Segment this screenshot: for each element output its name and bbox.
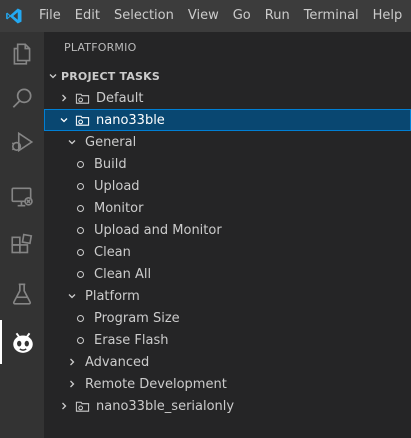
task-upload[interactable]: Upload bbox=[44, 175, 411, 197]
chevron-right-icon bbox=[56, 90, 72, 106]
circle-outline-icon bbox=[76, 204, 84, 212]
platformio-button[interactable] bbox=[0, 320, 44, 364]
platformio-sidebar: PLATFORMIO PROJECT TASKS Default nano33b… bbox=[44, 32, 411, 438]
menu-go[interactable]: Go bbox=[233, 0, 258, 32]
circle-outline-icon bbox=[76, 336, 84, 344]
remote-explorer-icon bbox=[11, 187, 33, 207]
task-monitor[interactable]: Monitor bbox=[44, 197, 411, 219]
remote-explorer-button[interactable] bbox=[0, 175, 44, 219]
vscode-logo-icon bbox=[6, 8, 22, 24]
search-button[interactable] bbox=[0, 76, 44, 120]
task-label: Clean bbox=[94, 244, 131, 260]
circle-outline-icon bbox=[76, 314, 84, 322]
section-title: PROJECT TASKS bbox=[61, 69, 161, 83]
tree-item-general[interactable]: General bbox=[44, 131, 411, 153]
menu-bar: File Edit Selection View Go Run Terminal… bbox=[39, 0, 411, 32]
search-icon bbox=[12, 88, 32, 108]
tree-item-platform[interactable]: Platform bbox=[44, 285, 411, 307]
platformio-icon bbox=[13, 332, 33, 353]
tree-item-label: General bbox=[85, 134, 137, 150]
tree-item-advanced[interactable]: Advanced bbox=[44, 351, 411, 373]
menu-terminal[interactable]: Terminal bbox=[304, 0, 366, 32]
sidebar-title: PLATFORMIO bbox=[64, 41, 137, 54]
activity-bar bbox=[0, 32, 44, 438]
explorer-button[interactable] bbox=[0, 32, 44, 76]
tree-item-nano33ble[interactable]: nano33ble bbox=[44, 109, 411, 131]
circle-outline-icon bbox=[76, 270, 84, 278]
tree-item-label: Default bbox=[96, 90, 144, 106]
task-label: Monitor bbox=[94, 200, 144, 216]
testing-icon bbox=[12, 283, 32, 305]
circle-outline-icon bbox=[76, 182, 84, 190]
tree-item-nano33ble-serialonly[interactable]: nano33ble_serialonly bbox=[44, 395, 411, 417]
chevron-right-icon bbox=[56, 398, 72, 414]
circle-outline-icon bbox=[76, 226, 84, 234]
folder-gear-icon bbox=[74, 112, 90, 128]
task-label: Program Size bbox=[94, 310, 180, 326]
menu-edit[interactable]: Edit bbox=[75, 0, 107, 32]
chevron-down-icon bbox=[64, 288, 80, 304]
task-label: Build bbox=[94, 156, 127, 172]
chevron-down-icon bbox=[64, 134, 80, 150]
chevron-down-icon bbox=[45, 68, 61, 84]
testing-button[interactable] bbox=[0, 272, 44, 316]
tree-item-label: Advanced bbox=[85, 354, 150, 370]
task-label: Erase Flash bbox=[94, 332, 169, 348]
task-clean-all[interactable]: Clean All bbox=[44, 263, 411, 285]
menu-selection[interactable]: Selection bbox=[114, 0, 181, 32]
chevron-right-icon bbox=[64, 354, 80, 370]
menu-view[interactable]: View bbox=[188, 0, 226, 32]
tree-item-remote-development[interactable]: Remote Development bbox=[44, 373, 411, 395]
menu-file[interactable]: File bbox=[39, 0, 68, 32]
task-erase-flash[interactable]: Erase Flash bbox=[44, 329, 411, 351]
menu-run[interactable]: Run bbox=[265, 0, 297, 32]
task-build[interactable]: Build bbox=[44, 153, 411, 175]
project-tasks-section-header[interactable]: PROJECT TASKS bbox=[44, 65, 411, 87]
task-label: Upload and Monitor bbox=[94, 222, 222, 238]
task-upload-and-monitor[interactable]: Upload and Monitor bbox=[44, 219, 411, 241]
circle-outline-icon bbox=[76, 248, 84, 256]
tree-item-default[interactable]: Default bbox=[44, 87, 411, 109]
title-bar: File Edit Selection View Go Run Terminal… bbox=[0, 0, 411, 32]
extensions-button[interactable] bbox=[0, 224, 44, 268]
task-clean[interactable]: Clean bbox=[44, 241, 411, 263]
tree-item-label: nano33ble bbox=[96, 112, 165, 128]
run-debug-icon bbox=[11, 131, 34, 153]
task-label: Upload bbox=[94, 178, 140, 194]
circle-outline-icon bbox=[76, 160, 84, 168]
folder-gear-icon bbox=[74, 398, 90, 414]
menu-help[interactable]: Help bbox=[373, 0, 410, 32]
folder-gear-icon bbox=[74, 90, 90, 106]
chevron-right-icon bbox=[64, 376, 80, 392]
explorer-icon bbox=[13, 43, 31, 65]
task-program-size[interactable]: Program Size bbox=[44, 307, 411, 329]
tree-item-label: Platform bbox=[85, 288, 140, 304]
extensions-icon bbox=[11, 233, 33, 254]
tree-item-label: nano33ble_serialonly bbox=[96, 398, 235, 414]
chevron-down-icon bbox=[56, 112, 72, 128]
tree-item-label: Remote Development bbox=[85, 376, 227, 392]
task-label: Clean All bbox=[94, 266, 152, 282]
run-debug-button[interactable] bbox=[0, 120, 44, 164]
